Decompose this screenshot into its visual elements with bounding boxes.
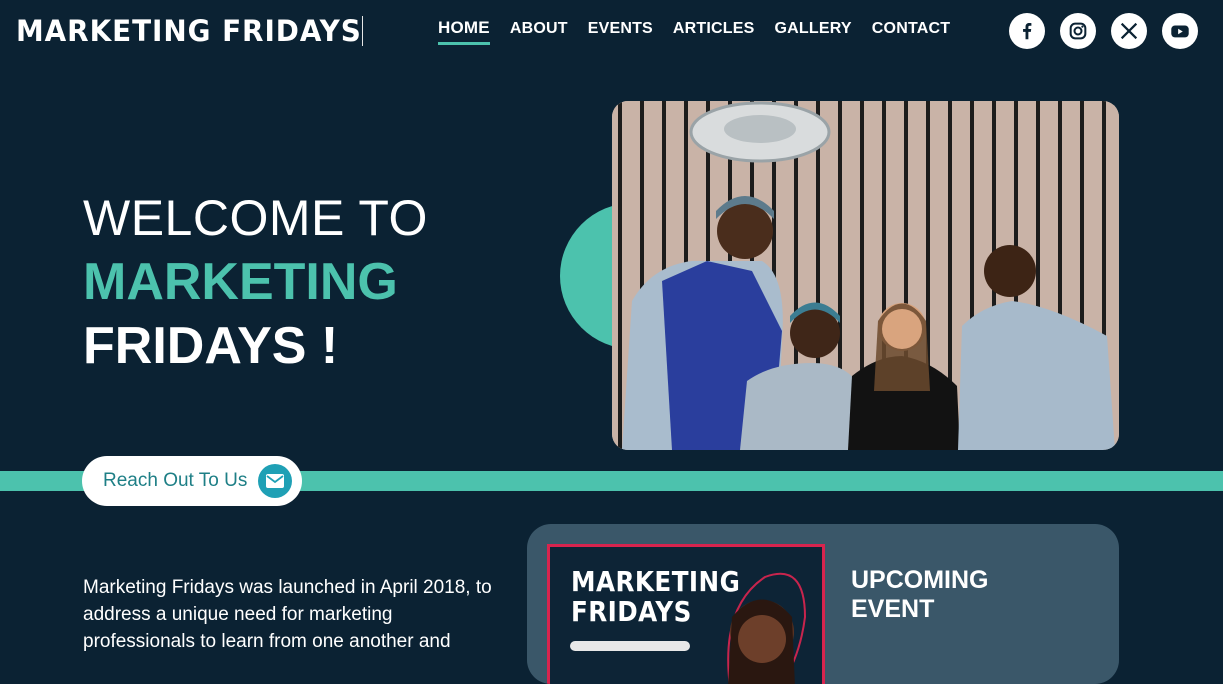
social-links [1009,13,1213,49]
nav-articles[interactable]: ARTICLES [673,20,755,42]
reach-out-label: Reach Out To Us [103,470,248,491]
poster-title-line1: MARKETING [571,565,741,598]
youtube-icon[interactable] [1162,13,1198,49]
poster-title-line2: FRIDAYS [571,595,692,628]
nav-home[interactable]: HOME [438,18,490,45]
x-icon[interactable] [1111,13,1147,49]
site-logo[interactable]: MARKETING FRIDAYS [16,14,362,48]
reach-out-button[interactable]: Reach Out To Us [82,456,302,506]
event-heading-line2: EVENT [851,595,935,623]
nav-gallery[interactable]: GALLERY [775,20,852,42]
upcoming-event-card[interactable]: MARKETING FRIDAYS UPCOMING EVENT [527,524,1119,684]
event-heading: UPCOMING EVENT [851,566,989,624]
nav-contact[interactable]: CONTACT [872,20,950,42]
nav-events[interactable]: EVENTS [588,20,653,42]
main-nav: HOME ABOUT EVENTS ARTICLES GALLERY CONTA… [438,18,970,45]
instagram-icon[interactable] [1060,13,1096,49]
facebook-icon[interactable] [1009,13,1045,49]
event-heading-line1: UPCOMING [851,566,989,594]
hero-title-line1: WELCOME TO [83,190,428,246]
logo-divider [362,16,363,46]
poster-title: MARKETING FRIDAYS [571,567,740,627]
nav-about[interactable]: ABOUT [510,20,568,42]
envelope-icon [258,464,292,498]
hero-title: WELCOME TO MARKETING FRIDAYS ! [83,186,428,378]
event-poster[interactable]: MARKETING FRIDAYS [547,544,825,684]
hero-title-line2: MARKETING [83,253,398,311]
hero-team-photo [612,101,1119,450]
about-text: Marketing Fridays was launched in April … [83,577,492,652]
hero-title-line3: FRIDAYS ! [83,317,339,375]
